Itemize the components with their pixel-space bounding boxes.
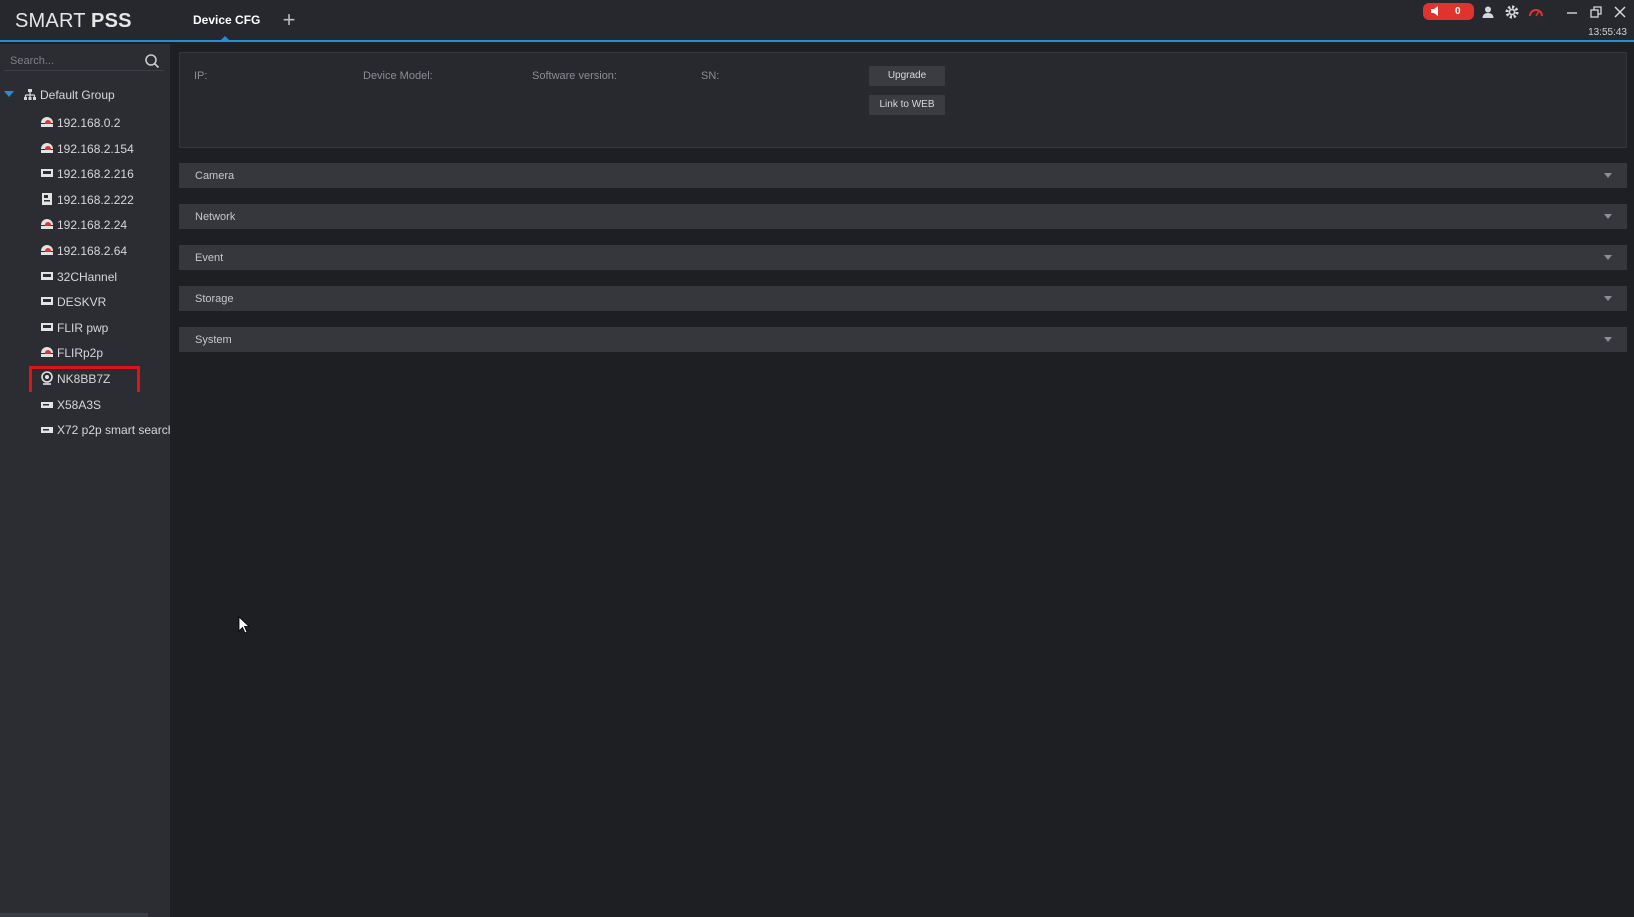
search-icon[interactable]	[144, 53, 160, 69]
section-network[interactable]: Network	[179, 204, 1627, 229]
search-box	[4, 51, 164, 71]
dvr-icon	[41, 427, 53, 434]
chevron-down-icon[interactable]	[1604, 173, 1612, 178]
clock: 13:55:43	[1588, 27, 1627, 38]
device-item[interactable]: X72 p2p smart search	[0, 417, 170, 443]
gear-icon[interactable]	[1504, 4, 1520, 20]
section-system[interactable]: System	[179, 327, 1627, 352]
link-to-web-button[interactable]: Link to WEB	[869, 95, 945, 115]
device-item[interactable]: 192.168.2.216	[0, 161, 170, 187]
device-list: 192.168.0.2 192.168.2.154 192.168.2.216 …	[0, 110, 170, 443]
search-input[interactable]	[10, 52, 140, 70]
sn-label: SN:	[701, 70, 720, 82]
tree-group-label: Default Group	[40, 88, 115, 102]
nvr-icon	[41, 322, 53, 331]
device-item[interactable]: DESKVR	[0, 289, 170, 315]
restore-icon[interactable]	[1588, 4, 1604, 20]
device-model-label: Device Model:	[363, 70, 433, 82]
device-item[interactable]: FLIRp2p	[0, 340, 170, 366]
device-item[interactable]: 192.168.0.2	[0, 110, 170, 136]
device-item[interactable]: 192.168.2.24	[0, 212, 170, 238]
title-bar: SMART PSS Device CFG + 0 13:55:43	[0, 0, 1634, 42]
chevron-down-icon[interactable]	[1604, 296, 1612, 301]
device-item[interactable]: 192.168.2.222	[0, 187, 170, 213]
device-info-box: IP: Device Model: Software version: SN: …	[179, 52, 1627, 148]
dome-camera-icon	[41, 347, 53, 358]
nvr-icon	[41, 297, 53, 306]
group-tree-icon	[24, 89, 36, 100]
ip-camera-icon	[41, 371, 53, 385]
device-item[interactable]: 192.168.2.154	[0, 136, 170, 162]
minimize-icon[interactable]	[1564, 4, 1580, 20]
device-item-selected[interactable]: NK8BB7Z	[0, 365, 170, 392]
performance-gauge-icon[interactable]	[1528, 4, 1544, 20]
tree-group-default[interactable]: Default Group	[0, 85, 170, 105]
dome-camera-icon	[41, 117, 53, 127]
section-storage[interactable]: Storage	[179, 286, 1627, 311]
dome-camera-icon	[41, 244, 53, 255]
expand-arrow-icon[interactable]	[4, 91, 14, 97]
door-station-icon	[42, 192, 52, 205]
dome-camera-icon	[41, 219, 53, 230]
ip-label: IP:	[194, 70, 208, 82]
device-tree-panel: Default Group 192.168.0.2 192.168.2.154 …	[0, 44, 170, 917]
alarm-count: 0	[1455, 6, 1461, 17]
software-version-label: Software version:	[532, 70, 617, 82]
alarm-button[interactable]: 0	[1423, 3, 1474, 20]
add-tab-button[interactable]: +	[279, 9, 299, 33]
section-event[interactable]: Event	[179, 245, 1627, 270]
nvr-icon	[41, 169, 53, 178]
user-icon[interactable]	[1480, 4, 1496, 20]
device-item[interactable]: 192.168.2.64	[0, 238, 170, 264]
nvr-icon	[41, 271, 53, 280]
tab-device-cfg[interactable]: Device CFG	[193, 13, 260, 27]
close-icon[interactable]	[1612, 4, 1628, 20]
dvr-icon	[41, 401, 53, 408]
dome-camera-icon	[41, 142, 53, 153]
active-tab-indicator	[221, 36, 229, 40]
upgrade-button[interactable]: Upgrade	[869, 66, 945, 86]
device-item[interactable]: 32CHannel	[0, 264, 170, 290]
chevron-down-icon[interactable]	[1604, 337, 1612, 342]
speaker-icon	[1431, 6, 1438, 16]
mouse-cursor-icon	[238, 616, 250, 634]
chevron-down-icon[interactable]	[1604, 214, 1612, 219]
app-logo: SMART PSS	[15, 10, 132, 32]
sidebar-scrollbar[interactable]	[0, 913, 148, 917]
device-item[interactable]: X58A3S	[0, 392, 170, 418]
device-config-panel: IP: Device Model: Software version: SN: …	[170, 44, 1634, 917]
chevron-down-icon[interactable]	[1604, 255, 1612, 260]
section-camera[interactable]: Camera	[179, 163, 1627, 188]
device-item[interactable]: FLIR pwp	[0, 315, 170, 341]
